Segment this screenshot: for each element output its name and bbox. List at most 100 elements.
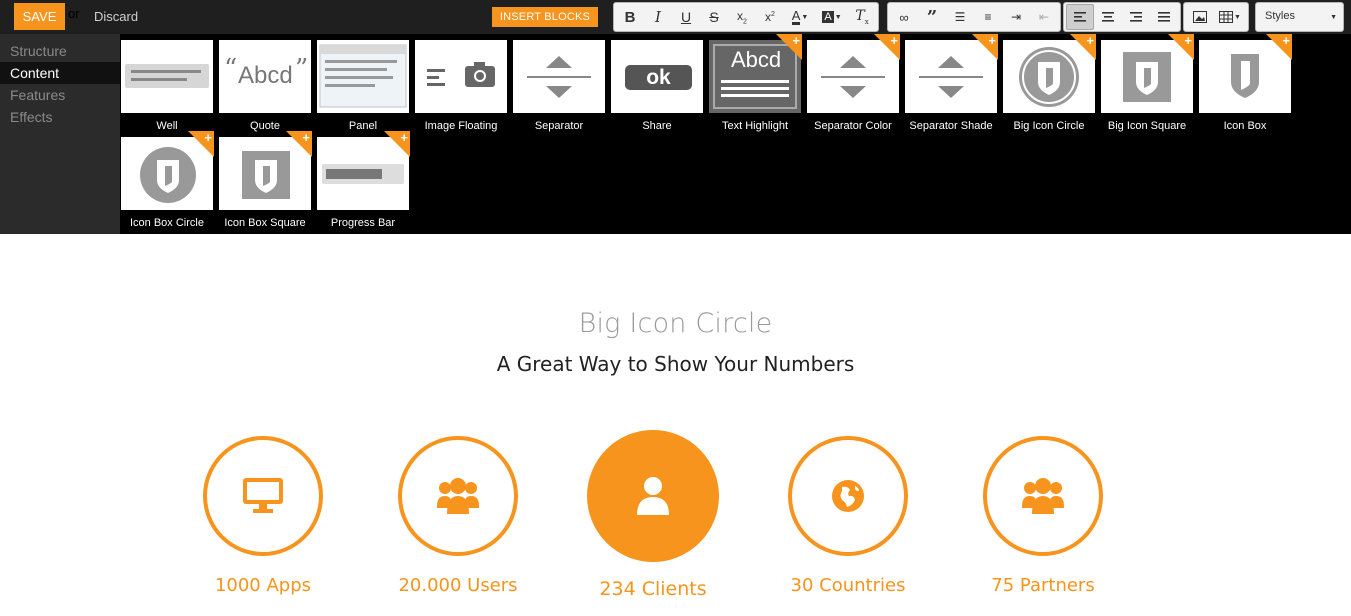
align-center-icon[interactable] bbox=[1094, 4, 1122, 30]
superscript-icon[interactable]: x2 bbox=[756, 4, 784, 30]
styles-dropdown[interactable]: Styles ▼ bbox=[1255, 2, 1344, 32]
block-separator-shade[interactable]: + Separator Shade bbox=[904, 33, 998, 132]
remove-format-icon[interactable]: Tx bbox=[848, 4, 876, 30]
block-label: Icon Box bbox=[1223, 120, 1267, 132]
numbered-list-icon[interactable]: ≡ bbox=[974, 4, 1002, 30]
stat-item[interactable]: 30 Countries bbox=[788, 436, 908, 596]
block-label: Big Icon Square bbox=[1107, 120, 1187, 132]
block-well[interactable]: Well bbox=[120, 34, 214, 132]
block-panel: Well “ Abcd ” Quote Panel Image Floating… bbox=[120, 33, 1351, 234]
bold-icon[interactable]: B bbox=[616, 4, 644, 30]
globe-icon bbox=[788, 436, 908, 556]
block-label: Image Floating bbox=[424, 120, 498, 132]
desktop-icon bbox=[203, 436, 323, 556]
or-label: or bbox=[68, 6, 80, 21]
block-progress-bar[interactable]: + Progress Bar bbox=[316, 130, 410, 229]
plus-icon: + bbox=[302, 130, 310, 145]
stat-label: 234 Clients bbox=[599, 578, 707, 600]
well-icon bbox=[121, 40, 213, 113]
stat-label: 30 Countries bbox=[790, 575, 906, 596]
share-icon: ok bbox=[611, 40, 703, 113]
background-color-icon[interactable]: A ▼ bbox=[816, 4, 848, 30]
separator-icon bbox=[513, 40, 605, 113]
styles-dropdown-label: Styles bbox=[1265, 10, 1295, 22]
bulleted-list-icon[interactable]: ☰ bbox=[946, 4, 974, 30]
block-label: Icon Box Square bbox=[224, 217, 306, 229]
stat-item[interactable]: 20.000 Users bbox=[398, 436, 518, 596]
sidebar-item-structure[interactable]: Structure bbox=[0, 40, 120, 62]
stat-label: 1000 Apps bbox=[214, 575, 312, 596]
panel-icon bbox=[317, 40, 409, 113]
block-quote[interactable]: “ Abcd ” Quote bbox=[218, 34, 312, 132]
insert-group: ▼ bbox=[1183, 2, 1249, 32]
plus-icon: + bbox=[1184, 33, 1192, 48]
outdent-icon[interactable]: ⇤ bbox=[1030, 4, 1058, 30]
align-left-icon[interactable] bbox=[1066, 4, 1094, 30]
block-label: Icon Box Circle bbox=[130, 217, 204, 229]
block-big-icon-circle[interactable]: + Big Icon Circle bbox=[1002, 33, 1096, 132]
underline-icon[interactable]: U bbox=[672, 4, 700, 30]
users-icon bbox=[398, 436, 518, 556]
block-icon-box-circle[interactable]: + Icon Box Circle bbox=[120, 130, 214, 229]
block-image-floating[interactable]: Image Floating bbox=[414, 34, 508, 132]
block-label: Share bbox=[642, 120, 672, 132]
plus-icon: + bbox=[400, 130, 408, 145]
block-icon-box-square[interactable]: + Icon Box Square bbox=[218, 130, 312, 229]
paragraph-group: ∞ ” ☰ ≡ ⇥ ⇤ bbox=[887, 2, 1061, 32]
table-icon[interactable]: ▼ bbox=[1214, 4, 1246, 30]
stat-item[interactable]: 1000 Apps bbox=[203, 436, 323, 596]
strikethrough-icon[interactable]: S bbox=[700, 4, 728, 30]
user-icon bbox=[587, 430, 719, 562]
block-big-icon-square[interactable]: + Big Icon Square bbox=[1100, 33, 1194, 132]
image-icon[interactable] bbox=[1186, 4, 1214, 30]
plus-icon: + bbox=[988, 33, 996, 48]
sidebar-item-content[interactable]: Content bbox=[0, 62, 120, 84]
subscript-icon[interactable]: x2 bbox=[728, 4, 756, 30]
block-label: Progress Bar bbox=[330, 217, 396, 229]
plus-icon: + bbox=[792, 33, 800, 48]
block-label: Separator bbox=[534, 120, 584, 132]
share-sample-text: ok bbox=[625, 65, 692, 90]
text-color-icon[interactable]: A ▼ bbox=[784, 4, 816, 30]
block-separator[interactable]: Separator bbox=[512, 34, 606, 132]
plus-icon: + bbox=[204, 130, 212, 145]
quote-sample-text: Abcd bbox=[238, 62, 293, 89]
block-label: Text Highlight bbox=[721, 120, 789, 132]
block-text-highlight[interactable]: Abcd + Text Highlight bbox=[708, 33, 802, 132]
stat-label: 75 Partners bbox=[991, 575, 1095, 596]
block-label: Separator Shade bbox=[909, 120, 993, 132]
editor-toolbar: SAVE or Discard INSERT BLOCKS B I U S x2… bbox=[0, 0, 1351, 34]
block-label: Big Icon Circle bbox=[1013, 120, 1085, 132]
block-separator-color[interactable]: + Separator Color bbox=[806, 33, 900, 132]
section-subtitle: A Great Way to Show Your Numbers bbox=[496, 352, 855, 376]
sidebar-item-effects[interactable]: Effects bbox=[0, 106, 120, 128]
stat-label: 20.000 Users bbox=[398, 575, 518, 596]
italic-icon[interactable]: I bbox=[644, 4, 672, 30]
users-icon bbox=[983, 436, 1103, 556]
stat-item[interactable]: 75 Partners bbox=[983, 436, 1103, 596]
sidebar-item-features[interactable]: Features bbox=[0, 84, 120, 106]
block-icon-box[interactable]: + Icon Box bbox=[1198, 33, 1292, 132]
plus-icon: + bbox=[1282, 33, 1290, 48]
link-icon[interactable]: ∞ bbox=[890, 4, 918, 30]
save-button[interactable]: SAVE bbox=[14, 3, 65, 30]
block-label: Separator Color bbox=[814, 120, 892, 132]
indent-icon[interactable]: ⇥ bbox=[1002, 4, 1030, 30]
alignment-group bbox=[1063, 2, 1181, 32]
justify-icon[interactable] bbox=[1150, 4, 1178, 30]
align-right-icon[interactable] bbox=[1122, 4, 1150, 30]
stat-item[interactable]: 234 Clients bbox=[587, 430, 719, 600]
image-floating-icon bbox=[415, 40, 507, 113]
discard-link[interactable]: Discard bbox=[94, 9, 138, 24]
quote-icon: “ Abcd ” bbox=[219, 40, 311, 113]
category-sidebar: Structure Content Features Effects bbox=[0, 34, 120, 234]
insert-blocks-button[interactable]: INSERT BLOCKS bbox=[492, 7, 598, 27]
text-format-group: B I U S x2 x2 A ▼ A ▼ Tx bbox=[613, 2, 879, 32]
block-share[interactable]: ok Share bbox=[610, 34, 704, 132]
chevron-down-icon: ▼ bbox=[1330, 14, 1337, 21]
plus-icon: + bbox=[1086, 33, 1094, 48]
plus-icon: + bbox=[890, 33, 898, 48]
blockquote-icon[interactable]: ” bbox=[918, 4, 946, 30]
section-title: Big Icon Circle bbox=[578, 308, 773, 339]
block-panel-item[interactable]: Panel bbox=[316, 34, 410, 132]
